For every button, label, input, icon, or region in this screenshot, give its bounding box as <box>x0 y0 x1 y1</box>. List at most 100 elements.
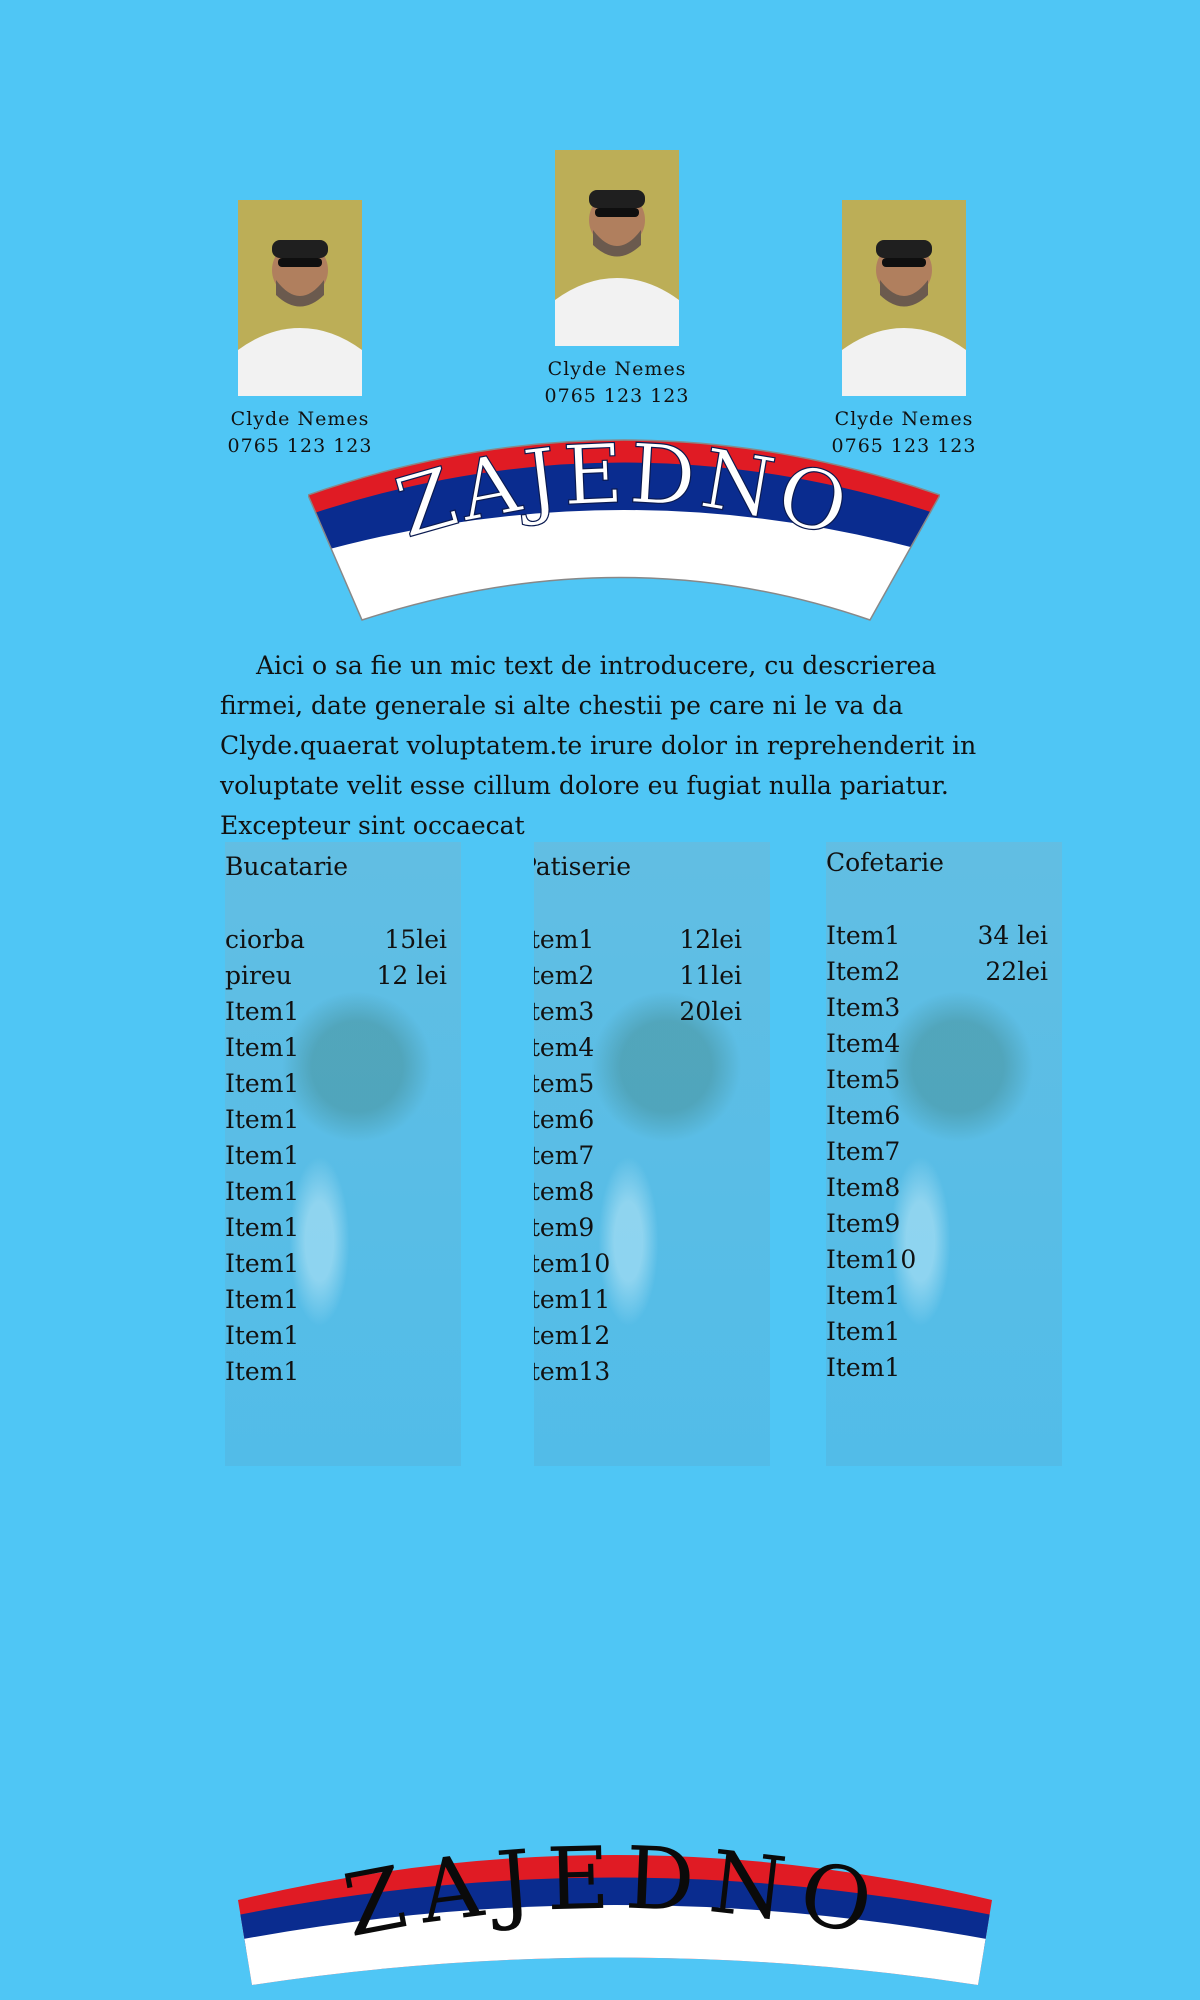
menu-item: Item4 <box>826 1026 1048 1062</box>
chef-photo <box>238 200 362 396</box>
menu-item: Item7 <box>826 1134 1048 1170</box>
item-name: pireu <box>225 961 292 990</box>
menu-item: Item7 <box>534 1138 742 1174</box>
menu-item: Item9 <box>534 1210 742 1246</box>
item-price: 11lei <box>679 961 742 990</box>
item-name: Item9 <box>826 1209 901 1238</box>
item-price: 12 lei <box>376 961 447 990</box>
menu-item: Item1 <box>826 1278 1048 1314</box>
menu-item: Item1 12lei <box>534 922 742 958</box>
menu-column-cofetarie: Cofetarie Item1 34 lei Item2 22lei Item3 I… <box>826 842 1062 1466</box>
menu-item: Item6 <box>534 1102 742 1138</box>
menu-title: Cofetarie <box>826 848 944 877</box>
menu-item: Item4 <box>534 1030 742 1066</box>
menu-item: Item2 11lei <box>534 958 742 994</box>
menu-items: Item1 12lei Item2 11lei Item3 20lei Item4 I… <box>534 922 742 1390</box>
menu-item: Item1 <box>225 1210 447 1246</box>
menu-item: Item1 <box>225 1282 447 1318</box>
menu-item: Item1 <box>826 1314 1048 1350</box>
menu-item: Item1 34 lei <box>826 918 1048 954</box>
item-name: Item4 <box>534 1033 595 1062</box>
item-name: Item1 <box>225 997 300 1026</box>
item-name: Item5 <box>826 1065 901 1094</box>
menu-item: Item1 <box>225 1066 447 1102</box>
item-name: Item1 <box>225 1321 300 1350</box>
item-name: Item1 <box>225 1285 300 1314</box>
menu-item: Item1 <box>225 1318 447 1354</box>
item-price: 20lei <box>679 997 742 1026</box>
item-name: Item5 <box>534 1069 595 1098</box>
item-name: Item1 <box>225 1033 300 1062</box>
chef-card: Clyde Nemes 0765 123 123 <box>517 150 717 410</box>
menu-title: Bucatarie <box>225 852 349 881</box>
menu-title: Patiserie <box>534 852 632 881</box>
chef-phone: 0765 123 123 <box>544 385 690 407</box>
item-price: 15lei <box>384 925 447 954</box>
item-name: Item6 <box>534 1105 595 1134</box>
chef-photo <box>555 150 679 346</box>
item-price: 22lei <box>985 957 1048 986</box>
item-price: 12lei <box>679 925 742 954</box>
menu-item: Item5 <box>826 1062 1048 1098</box>
item-name: Item10 <box>534 1249 611 1278</box>
chef-name: Clyde Nemes <box>547 358 687 380</box>
menu-item: Item8 <box>534 1174 742 1210</box>
menu-item: Item1 <box>225 1102 447 1138</box>
menu-item: Item5 <box>534 1066 742 1102</box>
menu-item: Item12 <box>534 1318 742 1354</box>
menu-item: Item1 <box>225 994 447 1030</box>
item-name: Item8 <box>826 1173 901 1202</box>
menu-items: ciorba 15lei pireu 12 lei Item1 Item1 Item… <box>225 922 447 1390</box>
item-name: Item11 <box>534 1285 611 1314</box>
item-name: Item4 <box>826 1029 901 1058</box>
item-name: Item1 <box>225 1141 300 1170</box>
item-name: ciorba <box>225 925 305 954</box>
menu-item: Item3 <box>826 990 1048 1026</box>
menu-item: Item1 <box>225 1174 447 1210</box>
item-name: Item12 <box>534 1321 611 1350</box>
menu-item: Item10 <box>826 1242 1048 1278</box>
item-name: Item1 <box>826 1353 901 1382</box>
item-name: Item1 <box>826 1317 901 1346</box>
item-name: Item1 <box>826 1281 901 1310</box>
menu-item: Item9 <box>826 1206 1048 1242</box>
zajedno-logo: ZAJEDNO <box>308 426 940 621</box>
menu-item: Item2 22lei <box>826 954 1048 990</box>
menu-item: Item13 <box>534 1354 742 1390</box>
item-name: Item1 <box>534 925 595 954</box>
intro-text: Aici o sa fie un mic text de introducere… <box>220 651 977 840</box>
item-name: Item1 <box>225 1105 300 1134</box>
menu-item: Item1 <box>826 1350 1048 1386</box>
item-name: Item1 <box>225 1357 300 1386</box>
menu-items: Item1 34 lei Item2 22lei Item3 Item4 Item5… <box>826 918 1048 1386</box>
item-name: Item2 <box>534 961 595 990</box>
menu-item: Item11 <box>534 1282 742 1318</box>
chef-card: Clyde Nemes 0765 123 123 <box>200 200 400 460</box>
chef-photo <box>842 200 966 396</box>
item-name: Item8 <box>534 1177 595 1206</box>
menu-item: pireu 12 lei <box>225 958 447 994</box>
item-price: 34 lei <box>977 921 1048 950</box>
menu-item: Item10 <box>534 1246 742 1282</box>
item-name: Item9 <box>534 1213 595 1242</box>
item-name: Item6 <box>826 1101 901 1130</box>
menu-column-patiserie: Patiserie Item1 12lei Item2 11lei Item3 20l… <box>534 842 770 1466</box>
item-name: Item13 <box>534 1357 611 1386</box>
zajedno-logo-footer: ZAJEDNO <box>238 1840 992 1985</box>
menu-item: ciorba 15lei <box>225 922 447 958</box>
item-name: Item1 <box>225 1069 300 1098</box>
item-name: Item3 <box>534 997 595 1026</box>
menu-item: Item1 <box>225 1030 447 1066</box>
item-name: Item7 <box>826 1137 901 1166</box>
item-name: Item1 <box>225 1177 300 1206</box>
menu-item: Item1 <box>225 1138 447 1174</box>
menu-item: Item3 20lei <box>534 994 742 1030</box>
item-name: Item10 <box>826 1245 917 1274</box>
menu-item: Item8 <box>826 1170 1048 1206</box>
menu-column-bucatarie: Bucatarie ciorba 15lei pireu 12 lei Item1 … <box>225 842 461 1466</box>
item-name: Item2 <box>826 957 901 986</box>
item-name: Item3 <box>826 993 901 1022</box>
item-name: Item7 <box>534 1141 595 1170</box>
item-name: Item1 <box>826 921 901 950</box>
menu-item: Item1 <box>225 1354 447 1390</box>
